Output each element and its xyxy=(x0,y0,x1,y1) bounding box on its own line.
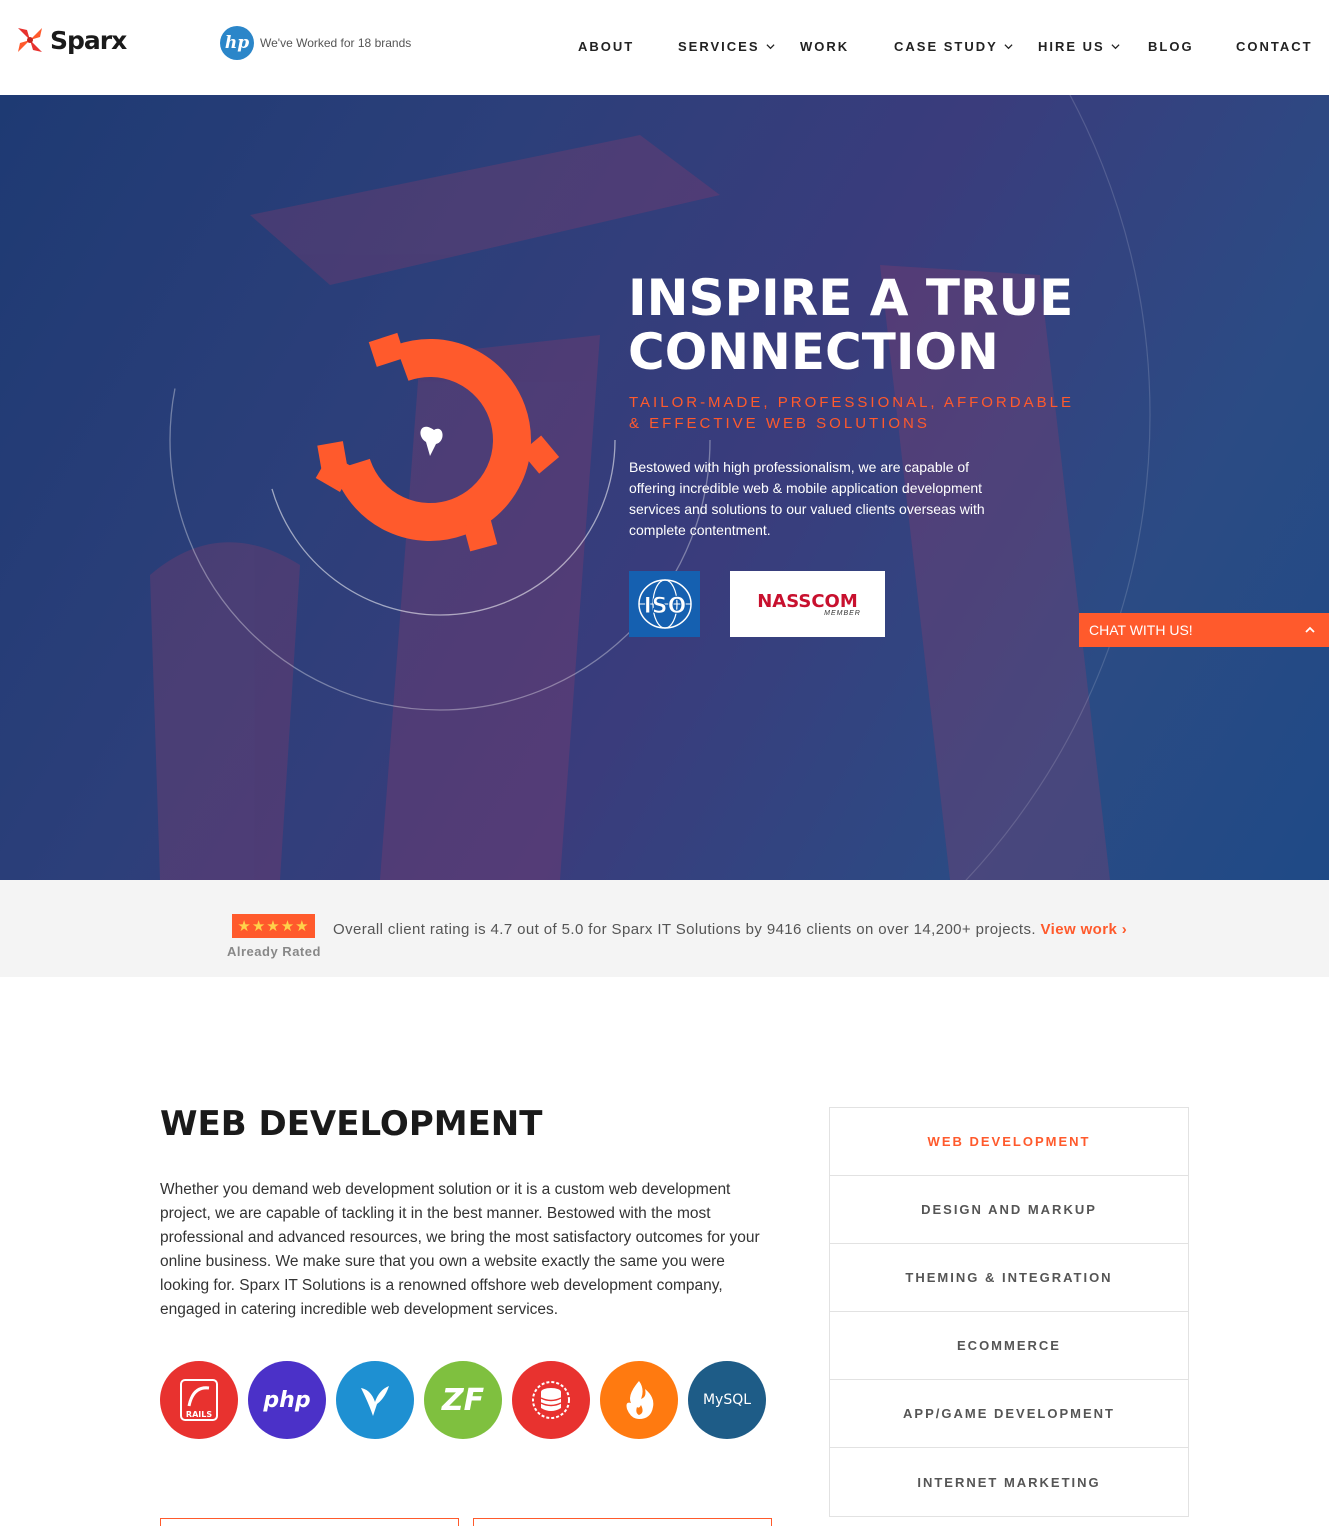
php-icon: php xyxy=(248,1361,326,1439)
rails-icon: RAILS xyxy=(160,1361,238,1439)
side-menu-internet-marketing[interactable]: INTERNET MARKETING xyxy=(830,1448,1188,1516)
hero-subtitle: TAILOR-MADE, PROFESSIONAL, AFFORDABLE & … xyxy=(629,394,1074,432)
service-cards xyxy=(160,1518,772,1526)
nav-blog[interactable]: BLOG xyxy=(1148,39,1194,54)
nav-about[interactable]: ABOUT xyxy=(578,39,634,54)
side-menu-web-development[interactable]: WEB DEVELOPMENT xyxy=(830,1108,1188,1176)
zend-icon: ZF xyxy=(424,1361,502,1439)
hero-title-line2: CONNECTION xyxy=(628,323,999,381)
side-menu-label: APP/GAME DEVELOPMENT xyxy=(903,1406,1115,1421)
nasscom-badge: NASSCOM MEMBER xyxy=(730,571,885,637)
service-card[interactable] xyxy=(160,1518,459,1526)
codeigniter-icon xyxy=(600,1361,678,1439)
side-menu-label: WEB DEVELOPMENT xyxy=(927,1134,1091,1149)
already-rated-label: Already Rated xyxy=(227,944,321,959)
nav-case-study[interactable]: CASE STUDY xyxy=(894,39,1013,54)
side-menu-theming-integration[interactable]: THEMING & INTEGRATION xyxy=(830,1244,1188,1312)
nav-services-label: SERVICES xyxy=(678,39,760,54)
chevron-down-icon xyxy=(1111,44,1120,50)
rating-summary: Overall client rating is 4.7 out of 5.0 … xyxy=(333,921,1036,938)
chevron-up-icon xyxy=(1305,626,1315,633)
nav-blog-label: BLOG xyxy=(1148,39,1194,54)
side-menu-label: DESIGN AND MARKUP xyxy=(921,1202,1097,1217)
iso-badge: ISO xyxy=(629,571,700,637)
mysql-icon: MySQL xyxy=(688,1361,766,1439)
service-card[interactable] xyxy=(473,1518,772,1526)
nasscom-member-label: MEMBER xyxy=(824,610,861,617)
hero-title-line1: INSPIRE A TRUE xyxy=(628,269,1074,327)
php-label: php xyxy=(263,1387,311,1413)
services-side-menu: WEB DEVELOPMENT DESIGN AND MARKUP THEMIN… xyxy=(829,1107,1189,1517)
svg-text:RAILS: RAILS xyxy=(186,1410,212,1419)
side-menu-label: ECOMMERCE xyxy=(957,1338,1061,1353)
star-rating-badge: ★★★★★ xyxy=(232,914,315,938)
nav-hire-us[interactable]: HIRE US xyxy=(1038,39,1120,54)
iso-label: ISO xyxy=(643,594,686,619)
side-menu-ecommerce[interactable]: ECOMMERCE xyxy=(830,1312,1188,1380)
nav-hire-us-label: HIRE US xyxy=(1038,39,1105,54)
side-menu-label: INTERNET MARKETING xyxy=(917,1474,1101,1490)
rating-text: Overall client rating is 4.7 out of 5.0 … xyxy=(333,921,1127,938)
chevron-down-icon xyxy=(1004,44,1013,50)
nav-work[interactable]: WORK xyxy=(800,39,849,54)
globe-icon: ISO xyxy=(637,579,692,629)
nasscom-label: NASSCOM xyxy=(757,591,858,612)
tech-icons: RAILS php ZF MySQL xyxy=(160,1361,766,1439)
chat-label: CHAT WITH US! xyxy=(1089,622,1193,638)
nav-case-study-label: CASE STUDY xyxy=(894,39,998,54)
side-menu-app-game-development[interactable]: APP/GAME DEVELOPMENT xyxy=(830,1380,1188,1448)
web-development-title: WEB DEVELOPMENT xyxy=(160,1104,543,1144)
main-nav: ABOUT SERVICES WORK CASE STUDY HIRE US B… xyxy=(0,39,1329,59)
site-header: Sparx hp We've Worked for 18 brands ABOU… xyxy=(0,0,1329,95)
mysql-label: MySQL xyxy=(702,1392,752,1408)
nav-contact-label: CONTACT xyxy=(1236,39,1313,54)
side-menu-label: THEMING & INTEGRATION xyxy=(905,1270,1113,1285)
chat-with-us-button[interactable]: CHAT WITH US! xyxy=(1079,613,1329,647)
rating-bar: ★★★★★ Already Rated Overall client ratin… xyxy=(0,880,1329,977)
nav-work-label: WORK xyxy=(800,39,850,54)
side-menu-design-and-markup[interactable]: DESIGN AND MARKUP xyxy=(830,1176,1188,1244)
hero-description: Bestowed with high professionalism, we a… xyxy=(629,459,985,538)
yii-icon xyxy=(336,1361,414,1439)
web-development-text: Whether you demand web development solut… xyxy=(160,1181,760,1318)
nav-about-label: ABOUT xyxy=(578,39,635,54)
chevron-down-icon xyxy=(765,44,775,50)
nav-services[interactable]: SERVICES xyxy=(678,39,775,54)
hero-section: INSPIRE A TRUE CONNECTION TAILOR-MADE, P… xyxy=(0,95,1329,880)
hero-title: INSPIRE A TRUE CONNECTION xyxy=(628,271,1148,379)
nav-contact[interactable]: CONTACT xyxy=(1236,39,1313,54)
zend-label: ZF xyxy=(441,1382,485,1418)
database-icon xyxy=(512,1361,590,1439)
view-work-link[interactable]: View work › xyxy=(1041,921,1128,938)
